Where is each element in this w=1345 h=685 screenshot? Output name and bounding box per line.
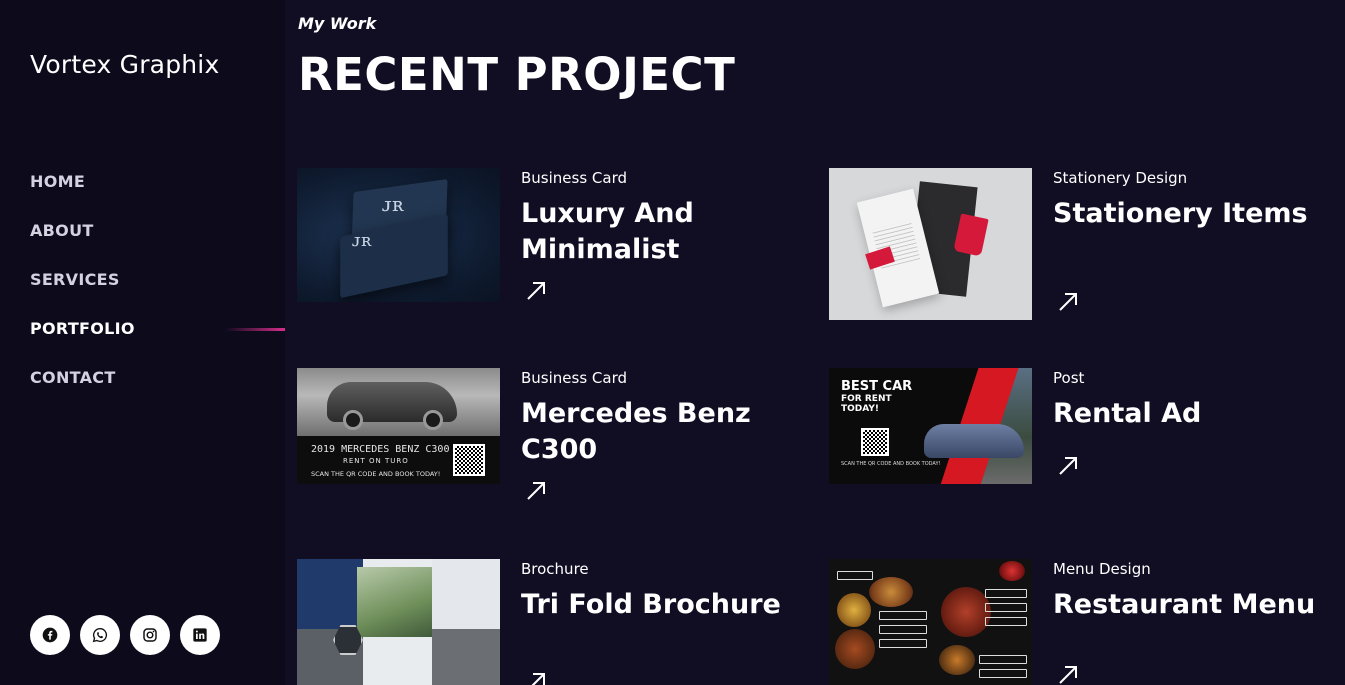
food-photo — [835, 629, 875, 669]
facebook-icon — [42, 627, 58, 643]
menu-item-row — [879, 611, 927, 620]
page-title: RECENT PROJECT — [298, 48, 736, 101]
project-category: Stationery Design — [1053, 169, 1188, 187]
food-photo — [869, 577, 913, 607]
nav-link-portfolio[interactable]: PORTFOLIO — [30, 319, 135, 338]
project-card[interactable]: Menu Design Restaurant Menu — [829, 559, 1329, 685]
project-card[interactable]: 2019 MERCEDES BENZ C300 RENT ON TURO SCA… — [297, 368, 797, 500]
menu-item-row — [979, 655, 1027, 664]
project-info: Menu Design Restaurant Menu — [1053, 559, 1333, 623]
thumb-caption: SCAN THE QR CODE AND BOOK TODAY! — [311, 470, 441, 478]
sidebar: Vortex Graphix HOME ABOUT SERVICES PORTF… — [0, 0, 285, 685]
project-card[interactable]: Stationery Design Stationery Items — [829, 168, 1329, 320]
active-nav-indicator — [225, 328, 285, 331]
nav-item-home: HOME — [30, 172, 135, 221]
main-nav: HOME ABOUT SERVICES PORTFOLIO CONTACT — [30, 172, 135, 417]
food-photo — [999, 561, 1025, 581]
whatsapp-icon — [92, 627, 108, 643]
project-category: Menu Design — [1053, 560, 1151, 578]
social-links — [30, 615, 220, 655]
wheel — [343, 410, 363, 430]
open-project-arrow-icon[interactable] — [525, 671, 547, 685]
whatsapp-button[interactable] — [80, 615, 120, 655]
project-category: Post — [1053, 369, 1085, 387]
food-photo — [939, 645, 975, 675]
project-thumbnail[interactable]: BEST CAR FOR RENT TODAY! SCAN THE QR COD… — [829, 368, 1032, 484]
wheel — [423, 410, 443, 430]
thumb-caption: RENT ON TURO — [343, 457, 409, 465]
nav-item-services: SERVICES — [30, 270, 135, 319]
open-project-arrow-icon[interactable] — [525, 480, 547, 502]
project-title[interactable]: Tri Fold Brochure — [521, 587, 801, 623]
project-info: Business Card Mercedes Benz C300 — [521, 368, 801, 468]
brochure-photo — [357, 567, 432, 637]
project-title[interactable]: Restaurant Menu — [1053, 587, 1333, 623]
menu-item-row — [879, 625, 927, 634]
project-title[interactable]: Rental Ad — [1053, 396, 1333, 432]
thumb-caption: 2019 MERCEDES BENZ C300 — [311, 444, 450, 455]
project-info: Brochure Tri Fold Brochure — [521, 559, 801, 623]
card-monogram: ᴊʀ — [352, 230, 372, 251]
project-thumbnail[interactable] — [829, 168, 1032, 320]
food-photo — [941, 587, 991, 637]
nav-link-home[interactable]: HOME — [30, 172, 85, 191]
project-info: Stationery Design Stationery Items — [1053, 168, 1333, 232]
menu-item-row — [837, 571, 873, 580]
project-info: Post Rental Ad — [1053, 368, 1333, 432]
open-project-arrow-icon[interactable] — [525, 280, 547, 302]
menu-item-row — [985, 603, 1027, 612]
open-project-arrow-icon[interactable] — [1057, 291, 1079, 313]
instagram-button[interactable] — [130, 615, 170, 655]
open-project-arrow-icon[interactable] — [1057, 664, 1079, 685]
project-thumbnail[interactable]: ᴊʀ ᴊʀ — [297, 168, 500, 302]
facebook-button[interactable] — [30, 615, 70, 655]
project-title[interactable]: Stationery Items — [1053, 196, 1333, 232]
project-category: Business Card — [521, 169, 628, 187]
project-category: Brochure — [521, 560, 589, 578]
card-monogram: ᴊʀ — [382, 192, 404, 216]
project-thumbnail[interactable]: 2019 MERCEDES BENZ C300 RENT ON TURO SCA… — [297, 368, 500, 484]
project-info: Business Card Luxury And Minimalist — [521, 168, 801, 268]
project-title[interactable]: Mercedes Benz C300 — [521, 396, 801, 468]
qr-code — [453, 444, 485, 476]
thumb-subheadline: FOR RENT TODAY! — [841, 394, 892, 414]
nav-item-portfolio: PORTFOLIO — [30, 319, 135, 368]
qr-code — [861, 428, 889, 456]
project-card[interactable]: ᴊʀ ᴊʀ Business Card Luxury And Minimalis… — [297, 168, 797, 302]
project-category: Business Card — [521, 369, 628, 387]
nav-link-about[interactable]: ABOUT — [30, 221, 94, 240]
nav-item-contact: CONTACT — [30, 368, 135, 417]
thumb-caption: SCAN THE QR CODE AND BOOK TODAY! — [841, 461, 941, 467]
linkedin-button[interactable] — [180, 615, 220, 655]
thumb-headline: BEST CAR — [841, 379, 913, 394]
menu-item-row — [985, 589, 1027, 598]
project-thumbnail[interactable] — [829, 559, 1032, 685]
food-photo — [837, 593, 871, 627]
open-project-arrow-icon[interactable] — [1057, 455, 1079, 477]
nav-link-contact[interactable]: CONTACT — [30, 368, 116, 387]
linkedin-icon — [193, 628, 207, 642]
project-card[interactable]: Brochure Tri Fold Brochure — [297, 559, 797, 685]
menu-item-row — [879, 639, 927, 648]
menu-item-row — [979, 669, 1027, 678]
brochure-panel — [432, 629, 500, 685]
nav-link-services[interactable]: SERVICES — [30, 270, 120, 289]
project-title[interactable]: Luxury And Minimalist — [521, 196, 801, 268]
nav-item-about: ABOUT — [30, 221, 135, 270]
brand-logo[interactable]: Vortex Graphix — [30, 50, 219, 79]
section-eyebrow: My Work — [298, 14, 377, 33]
instagram-icon — [143, 628, 157, 642]
menu-item-row — [985, 617, 1027, 626]
project-card[interactable]: BEST CAR FOR RENT TODAY! SCAN THE QR COD… — [829, 368, 1329, 484]
car-shape — [924, 424, 1024, 458]
project-thumbnail[interactable] — [297, 559, 500, 685]
